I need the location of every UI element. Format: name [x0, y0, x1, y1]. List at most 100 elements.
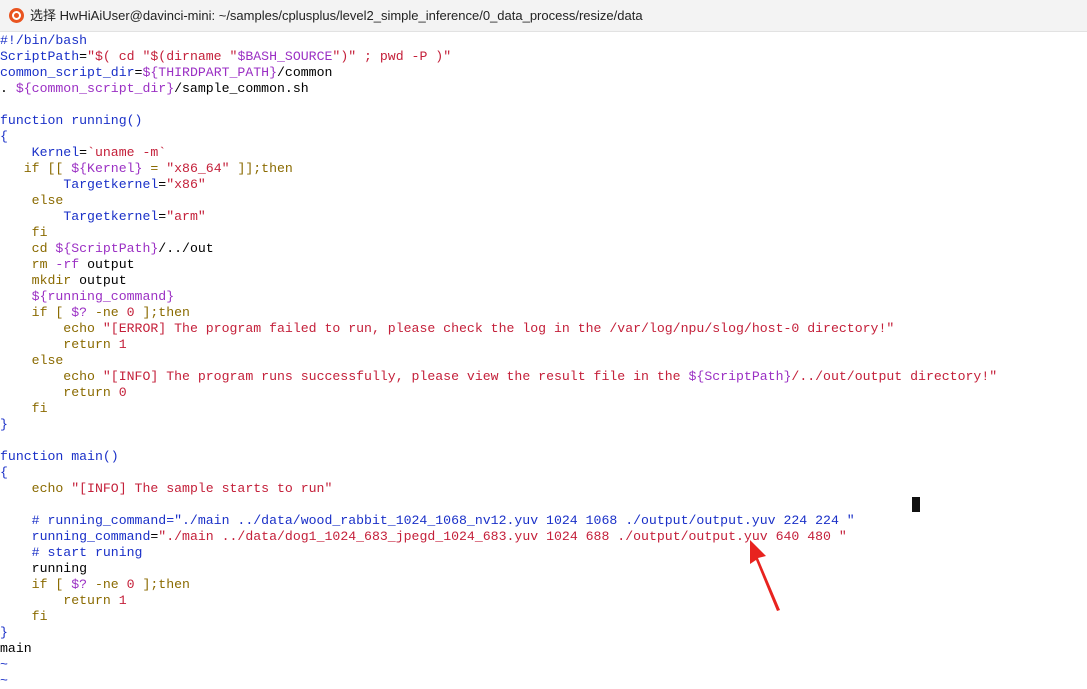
red-arrow-annotation: [750, 540, 780, 611]
code-line: if [ $? -ne 0 ];then: [0, 577, 190, 593]
code-token: if [[: [0, 161, 72, 176]
code-token: ~: [0, 657, 8, 672]
code-token: function main(): [0, 449, 119, 464]
code-line: running: [0, 561, 87, 577]
code-token: ~: [0, 673, 8, 688]
code-token: # running_command="./main ../data/wood_r…: [0, 513, 855, 528]
code-line: echo "[INFO] The sample starts to run": [0, 481, 333, 497]
code-line: {: [0, 465, 8, 481]
code-line: if [ $? -ne 0 ];then: [0, 305, 190, 321]
code-token: 1: [118, 337, 127, 352]
code-token: output: [79, 257, 135, 272]
code-token: "[INFO] The program runs successfully, p…: [102, 369, 689, 384]
code-token: Targetkernel: [63, 209, 159, 224]
code-token: ${common_script_dir}: [15, 81, 175, 96]
code-line: function running(): [0, 113, 142, 129]
code-line: common_script_dir=${THIRDPART_PATH}/comm…: [0, 65, 332, 81]
code-line: else: [0, 353, 64, 369]
terminal-window: 选择 HwHiAiUser@davinci-mini: ~/samples/cp…: [0, 0, 1087, 689]
code-token: cd: [0, 241, 56, 256]
code-line: Kernel=`uname -m`: [0, 145, 167, 161]
code-line: return 1: [0, 593, 126, 609]
code-token: Kernel: [31, 145, 80, 160]
code-token: ];then: [134, 577, 190, 592]
code-token: "$( cd "$(dirname ": [87, 49, 238, 64]
code-line: ${running_command}: [0, 289, 174, 305]
code-line: . ${common_script_dir}/sample_common.sh: [0, 81, 309, 97]
code-token: =: [158, 177, 167, 192]
code-token: main: [0, 641, 32, 656]
code-line: Targetkernel="arm": [0, 209, 206, 225]
code-token: fi: [0, 225, 48, 240]
code-token: running: [0, 561, 88, 576]
window-title: 选择 HwHiAiUser@davinci-mini: ~/samples/cp…: [30, 8, 643, 23]
code-token: /sample_common.sh: [174, 81, 309, 96]
code-token: `uname -m`: [87, 145, 167, 160]
code-line: Targetkernel="x86": [0, 177, 206, 193]
code-token: else: [0, 193, 64, 208]
code-line: rm -rf output: [0, 257, 135, 273]
code-token: }: [0, 625, 8, 640]
code-token: {: [0, 465, 8, 480]
code-line: mkdir output: [0, 273, 127, 289]
text-cursor: [912, 497, 920, 512]
code-token: -ne: [87, 577, 127, 592]
code-line: cd ${ScriptPath}/../out: [0, 241, 214, 257]
code-token: =: [79, 49, 88, 64]
code-line: {: [0, 129, 8, 145]
code-token: echo: [0, 481, 72, 496]
code-token: ${ScriptPath}: [55, 241, 159, 256]
code-token: =: [158, 209, 167, 224]
code-line: #!/bin/bash: [0, 33, 87, 49]
code-token: =: [79, 145, 88, 160]
code-token: echo: [0, 369, 103, 384]
code-token: return: [0, 593, 119, 608]
code-token: -rf: [55, 257, 80, 272]
code-line: # start runing: [0, 545, 143, 561]
code-token: else: [0, 353, 64, 368]
code-token: 0: [126, 577, 135, 592]
code-token: mkdir: [0, 273, 72, 288]
code-token: return: [0, 385, 119, 400]
code-line: fi: [0, 225, 48, 241]
title-bar[interactable]: 选择 HwHiAiUser@davinci-mini: ~/samples/cp…: [0, 0, 1087, 32]
code-line: ~: [0, 657, 8, 673]
code-token: if [: [0, 305, 72, 320]
code-token: "[ERROR] The program failed to run, plea…: [102, 321, 895, 336]
code-token: rm: [0, 257, 56, 272]
terminal-content[interactable]: #!/bin/bash ScriptPath="$( cd "$(dirname …: [0, 32, 1087, 689]
code-token: running_command: [31, 529, 151, 544]
code-token: "x86_64": [166, 161, 230, 176]
code-token: ")" ; pwd -P )": [332, 49, 452, 64]
code-token: $?: [71, 577, 88, 592]
code-line: return 0: [0, 385, 127, 401]
code-line: }: [0, 625, 8, 641]
code-token: "x86": [166, 177, 206, 192]
code-line: ~: [0, 673, 8, 689]
code-token: 0: [118, 385, 127, 400]
code-token: }: [0, 417, 8, 432]
code-token: ${THIRDPART_PATH}: [142, 65, 278, 80]
code-token: -ne: [87, 305, 127, 320]
code-token: {: [0, 129, 8, 144]
code-line: ScriptPath="$( cd "$(dirname "$BASH_SOUR…: [0, 49, 451, 65]
code-token: function running(): [0, 113, 143, 128]
code-token: 0: [126, 305, 135, 320]
code-token: $BASH_SOURCE: [237, 49, 333, 64]
code-line: fi: [0, 609, 48, 625]
code-token: "arm": [166, 209, 206, 224]
code-token: /common: [277, 65, 333, 80]
code-line: # running_command="./main ../data/wood_r…: [0, 513, 855, 529]
code-token: Targetkernel: [63, 177, 159, 192]
code-line: if [[ ${Kernel} = "x86_64" ]];then: [0, 161, 293, 177]
code-line: echo "[ERROR] The program failed to run,…: [0, 321, 894, 337]
code-token: /../out: [158, 241, 214, 256]
code-token: ${running_command}: [0, 289, 175, 304]
code-token: echo: [0, 321, 103, 336]
code-token: return: [0, 337, 119, 352]
code-token: =: [142, 161, 167, 176]
code-token: ScriptPath: [0, 49, 80, 64]
code-token: # start runing: [0, 545, 143, 560]
code-token: common_script_dir: [0, 65, 135, 80]
